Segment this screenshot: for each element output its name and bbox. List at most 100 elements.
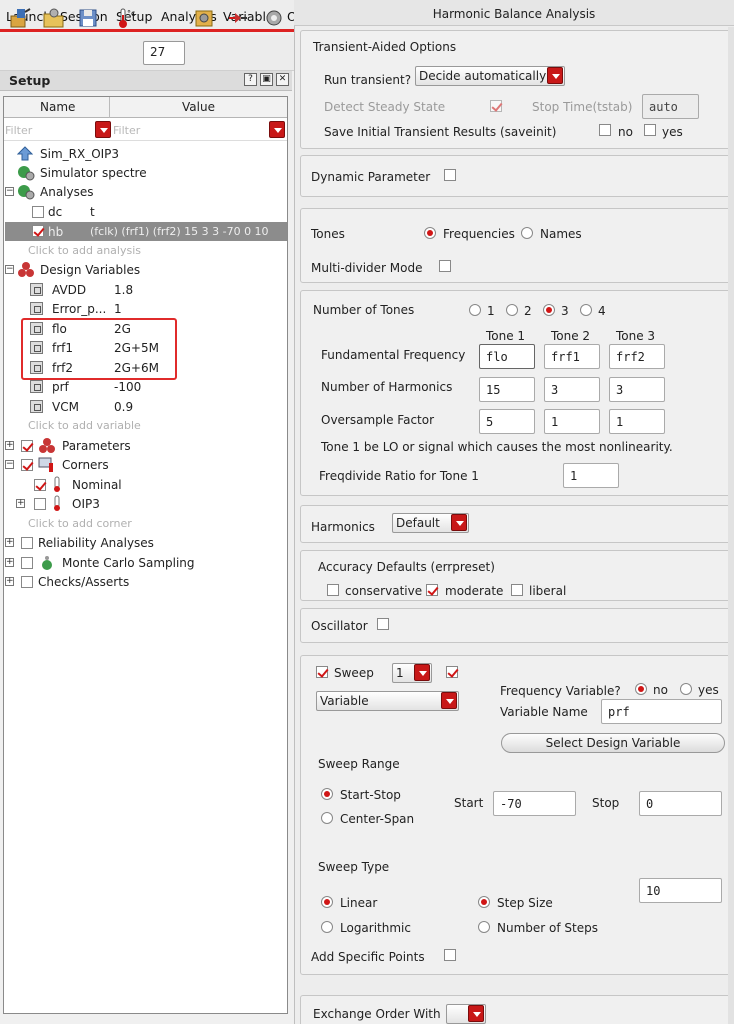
monte-carlo-checkbox[interactable] <box>21 557 33 569</box>
harmonics-tone3-input[interactable]: 3 <box>609 377 665 402</box>
oversample-tone3-input[interactable]: 1 <box>609 409 665 434</box>
save-icon[interactable] <box>76 6 100 30</box>
oscillator-checkbox[interactable] <box>377 618 389 630</box>
stop-time-input[interactable]: auto <box>642 94 699 119</box>
select-design-variable-button[interactable]: Select Design Variable <box>501 733 725 753</box>
harmonics-select[interactable]: Default <box>392 513 469 533</box>
corners-expander-icon[interactable]: − <box>5 460 14 469</box>
detect-steady-checkbox[interactable] <box>490 100 502 112</box>
num-tones-4-radio[interactable] <box>580 304 592 316</box>
stop-input[interactable]: 0 <box>639 791 722 816</box>
reliability-expander-icon[interactable]: + <box>5 538 14 547</box>
dc-enable-checkbox[interactable] <box>32 206 44 218</box>
value-filter-dropdown[interactable] <box>269 121 285 138</box>
tree-add-analysis-row[interactable]: Click to add analysis <box>4 241 287 260</box>
tree-design-vars-row[interactable]: − Design Variables <box>4 260 287 279</box>
open-folder-icon[interactable] <box>42 6 66 30</box>
temperature-input[interactable]: 27 <box>143 41 185 65</box>
col-name-header[interactable]: Name <box>40 100 75 114</box>
logarithmic-radio[interactable] <box>321 921 333 933</box>
help-icon[interactable]: ? <box>244 73 257 86</box>
oip3-checkbox[interactable] <box>34 498 46 510</box>
sweep-checkbox[interactable] <box>316 666 328 678</box>
tree-add-corner-row[interactable]: Click to add corner <box>4 514 287 533</box>
fund-freq-tone2-input[interactable]: frf1 <box>544 344 600 369</box>
harmonics-tone1-input[interactable]: 15 <box>479 377 535 402</box>
col-value-header[interactable]: Value <box>182 100 215 114</box>
probe-icon[interactable] <box>226 6 250 30</box>
variable-row[interactable]: Error_p... 1 <box>4 299 287 318</box>
variable-value[interactable]: 0.9 <box>114 400 133 414</box>
tree-analyses-row[interactable]: − Analyses <box>4 182 287 201</box>
multidiv-checkbox[interactable] <box>439 260 451 272</box>
oip3-expander-icon[interactable]: + <box>16 499 25 508</box>
tree-analysis-hb-row[interactable]: hb (fclk) (frf1) (frf2) 15 3 3 -70 0 10 <box>5 222 287 241</box>
close-icon[interactable]: ✕ <box>276 73 289 86</box>
tree-reliability-row[interactable]: + Reliability Analyses <box>4 533 287 552</box>
dialog-scrollbar[interactable] <box>728 27 734 1024</box>
checks-expander-icon[interactable]: + <box>5 577 14 586</box>
monte-carlo-expander-icon[interactable]: + <box>5 558 14 567</box>
parameters-expander-icon[interactable]: + <box>5 441 14 450</box>
start-input[interactable]: -70 <box>493 791 576 816</box>
liberal-checkbox[interactable] <box>511 584 523 596</box>
tree-checks-row[interactable]: + Checks/Asserts <box>4 572 287 591</box>
analyses-expander-icon[interactable]: − <box>5 187 14 196</box>
variable-value[interactable]: -100 <box>114 380 141 394</box>
tree-corner-nominal-row[interactable]: Nominal <box>4 475 287 494</box>
tree-simulator-row[interactable]: Simulator spectre <box>4 163 287 182</box>
fund-freq-tone1-input[interactable]: flo <box>479 344 535 369</box>
start-stop-radio[interactable] <box>321 788 333 800</box>
value-filter-input[interactable]: Filter <box>113 124 140 137</box>
freq-var-no-radio[interactable] <box>635 683 647 695</box>
tree-corners-row[interactable]: − Corners <box>4 455 287 474</box>
launch-test-icon[interactable] <box>8 6 32 30</box>
reliability-checkbox[interactable] <box>21 537 33 549</box>
corners-checkbox[interactable] <box>21 459 33 471</box>
variable-value[interactable]: 1 <box>114 302 122 316</box>
hb-enable-checkbox[interactable] <box>32 225 44 237</box>
variable-row[interactable]: VCM 0.9 <box>4 397 287 416</box>
exchange-order-select[interactable] <box>446 1004 486 1024</box>
dynamic-param-checkbox[interactable] <box>444 169 456 181</box>
var-name-input[interactable]: prf <box>601 699 722 724</box>
step-size-radio[interactable] <box>478 896 490 908</box>
tones-frequencies-radio[interactable] <box>424 227 436 239</box>
freqdiv-input[interactable]: 1 <box>563 463 619 488</box>
tree-analysis-dc-row[interactable]: dc t <box>4 202 287 221</box>
nominal-checkbox[interactable] <box>34 479 46 491</box>
sweep-type-select[interactable]: Variable <box>316 691 459 711</box>
save-init-no-checkbox[interactable] <box>599 124 611 136</box>
center-span-radio[interactable] <box>321 812 333 824</box>
design-vars-expander-icon[interactable]: − <box>5 265 14 274</box>
tree-monte-carlo-row[interactable]: + Monte Carlo Sampling <box>4 553 287 572</box>
tree-add-variable-row[interactable]: Click to add variable <box>4 416 287 435</box>
num-tones-1-radio[interactable] <box>469 304 481 316</box>
harmonics-tone2-input[interactable]: 3 <box>544 377 600 402</box>
name-filter-input[interactable]: Filter <box>5 124 32 137</box>
moderate-checkbox[interactable] <box>426 584 438 596</box>
sweep-dim-select[interactable]: 1 <box>392 663 432 683</box>
tree-test-row[interactable]: Sim_RX_OIP3 <box>4 144 287 163</box>
save-init-yes-checkbox[interactable] <box>644 124 656 136</box>
parameters-checkbox[interactable] <box>21 440 33 452</box>
freq-var-yes-radio[interactable] <box>680 683 692 695</box>
oversample-tone2-input[interactable]: 1 <box>544 409 600 434</box>
variable-value[interactable]: 1.8 <box>114 283 133 297</box>
step-size-input[interactable]: 10 <box>639 878 722 903</box>
variable-row[interactable]: AVDD 1.8 <box>4 280 287 299</box>
num-tones-2-radio[interactable] <box>506 304 518 316</box>
num-tones-3-radio[interactable] <box>543 304 555 316</box>
oversample-tone1-input[interactable]: 5 <box>479 409 535 434</box>
tree-parameters-row[interactable]: + Parameters <box>4 436 287 455</box>
checks-checkbox[interactable] <box>21 576 33 588</box>
settings-icon[interactable] <box>262 6 286 30</box>
fund-freq-tone3-input[interactable]: frf2 <box>609 344 665 369</box>
linear-radio[interactable] <box>321 896 333 908</box>
setup-gear-icon[interactable] <box>192 6 216 30</box>
float-window-icon[interactable]: ▣ <box>260 73 273 86</box>
conservative-checkbox[interactable] <box>327 584 339 596</box>
run-transient-select[interactable]: Decide automatically <box>415 66 565 86</box>
tones-names-radio[interactable] <box>521 227 533 239</box>
name-filter-dropdown[interactable] <box>95 121 111 138</box>
